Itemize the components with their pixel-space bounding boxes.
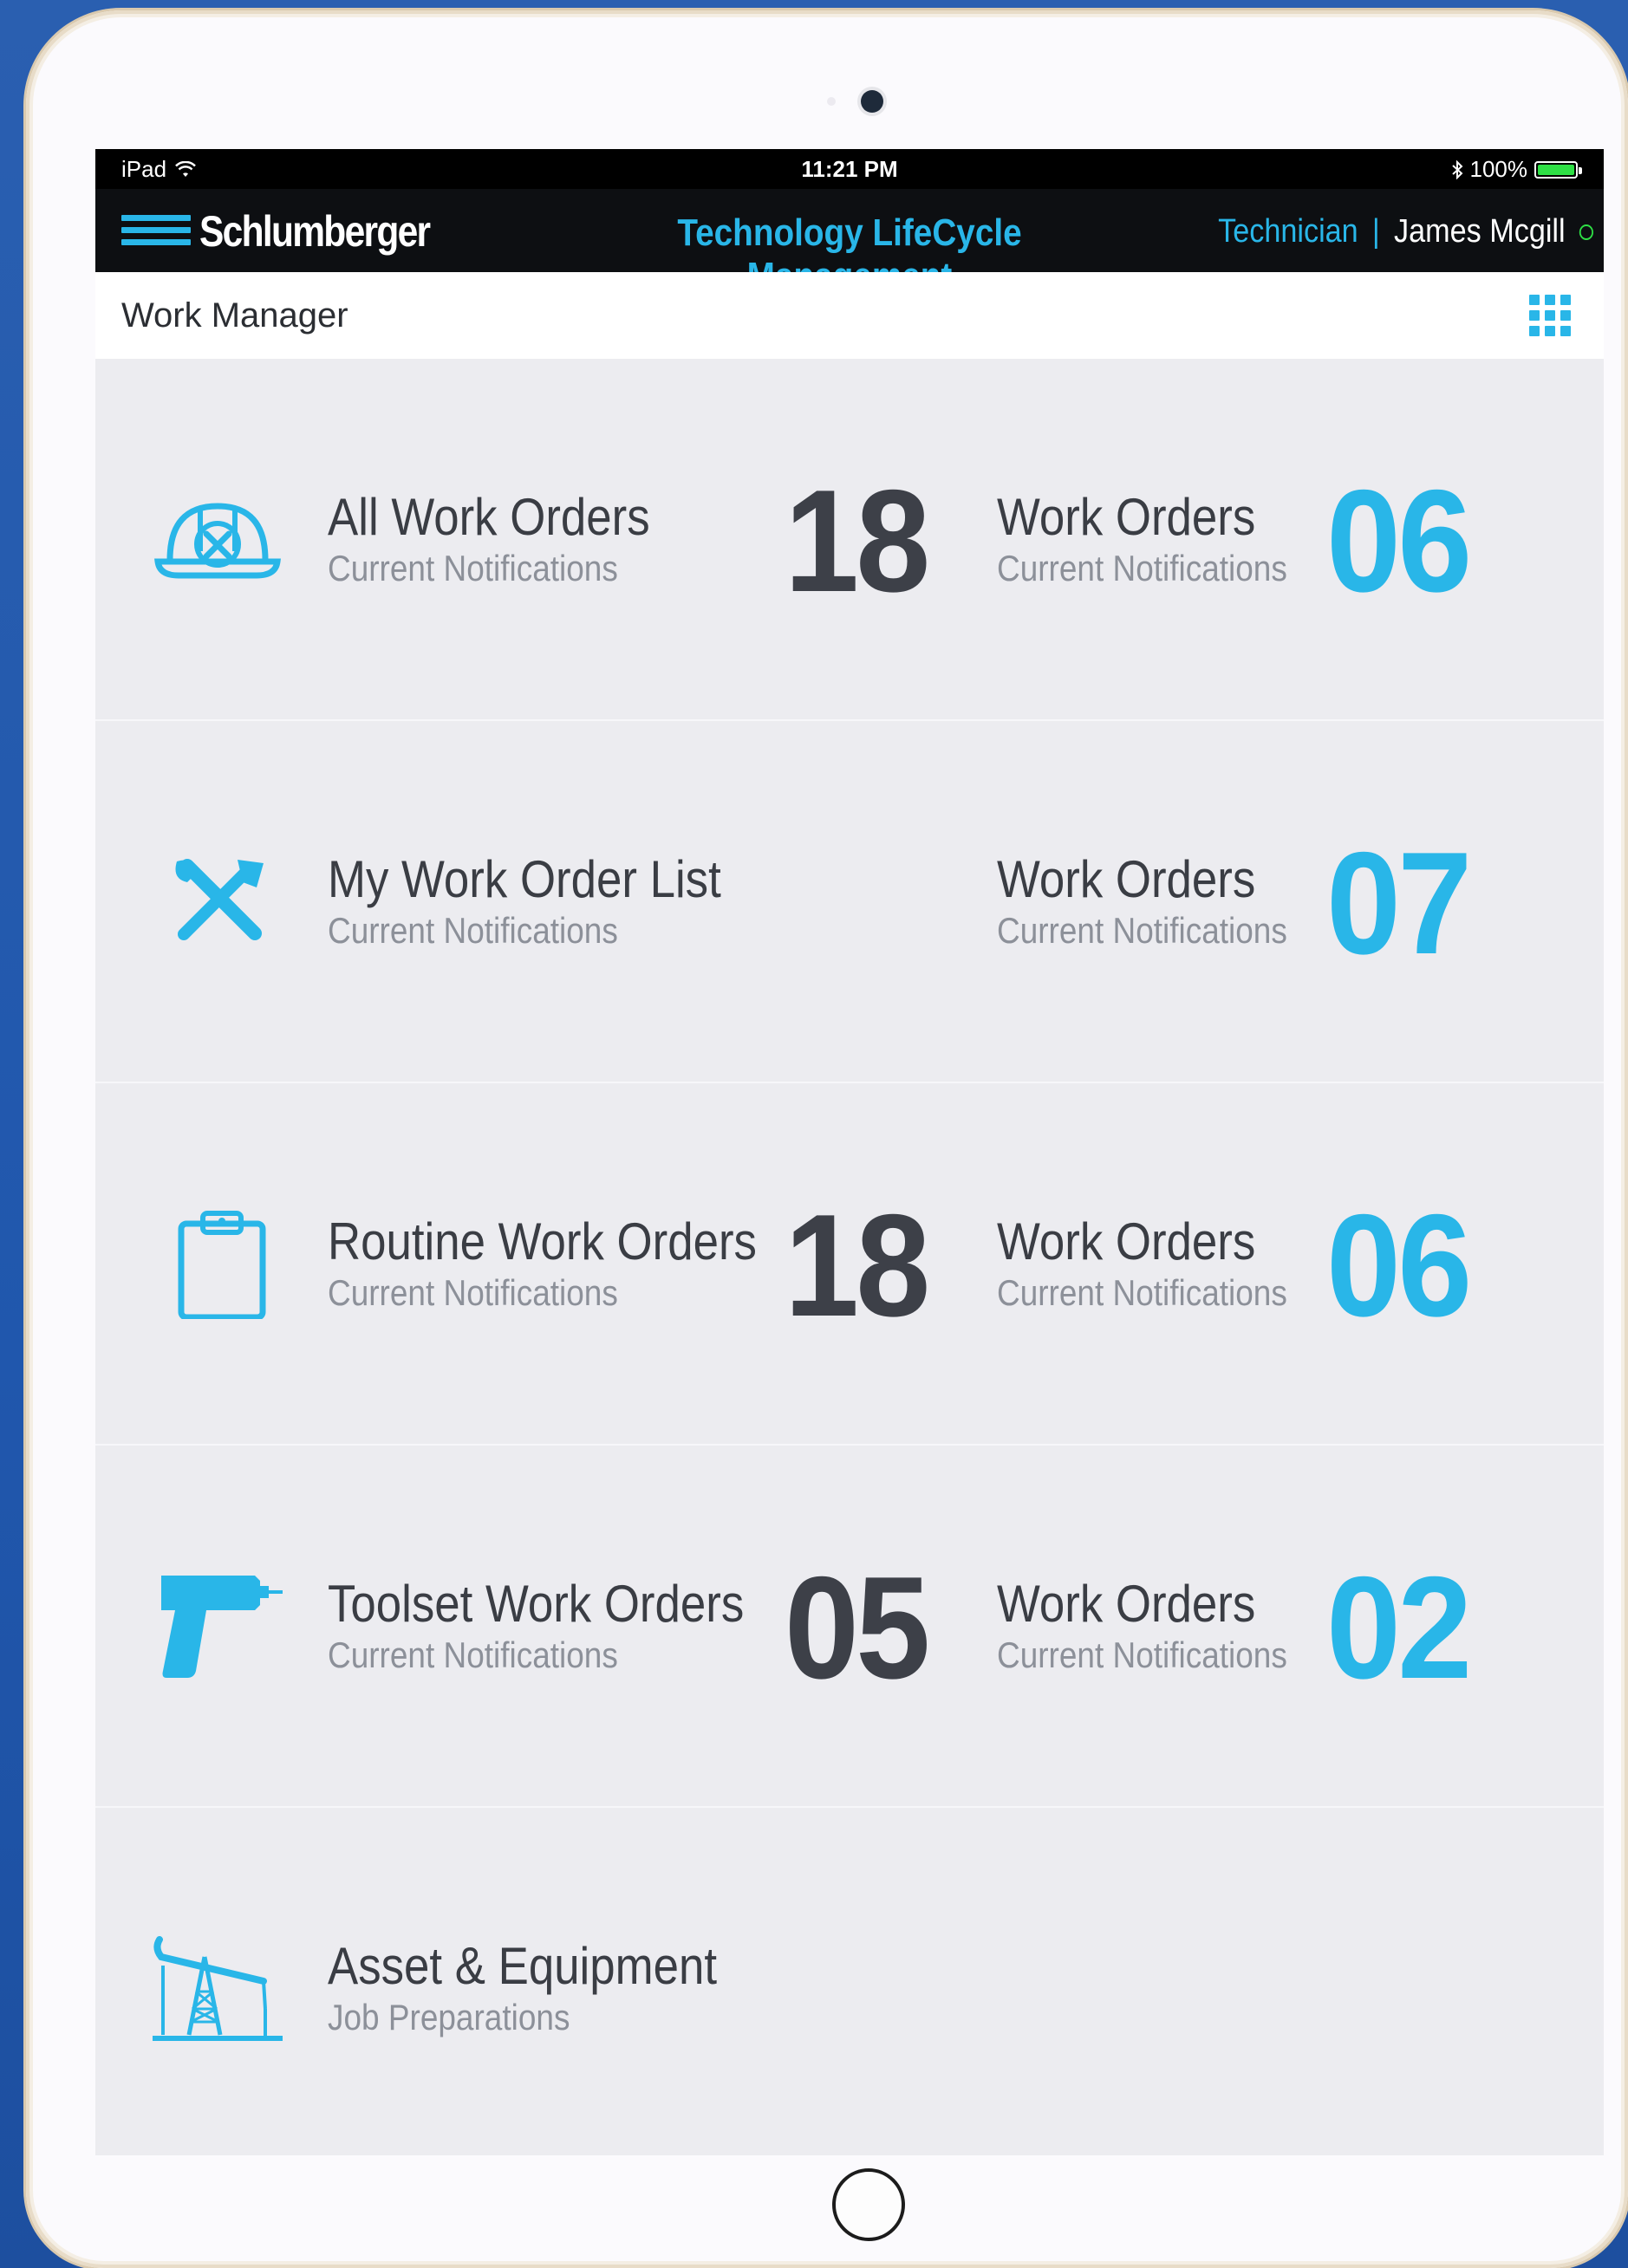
drill-icon — [161, 1576, 283, 1678]
row-my-work-order-list[interactable]: My Work Order List Current Notifications… — [95, 721, 1604, 1083]
ios-status-bar: iPad 11:21 PM 100% — [95, 149, 1604, 189]
online-status-icon — [1579, 224, 1593, 240]
row-subtitle: Current Notifications — [328, 1634, 618, 1675]
bluetooth-icon — [1451, 159, 1462, 179]
battery-icon — [1534, 160, 1582, 179]
work-orders-count: 06 — [1326, 459, 1472, 622]
clipboard-icon — [178, 1211, 266, 1319]
hamburger-menu-icon[interactable] — [121, 215, 191, 255]
status-time: 11:21 PM — [801, 156, 898, 182]
user-name: James Mcgill — [1393, 213, 1566, 250]
brand-logo: Schlumberger — [199, 207, 431, 256]
row-title: Toolset Work Orders — [328, 1575, 745, 1633]
row-asset-equipment[interactable]: Asset & Equipment Job Preparations — [95, 1808, 1604, 2155]
work-orders-subtitle: Current Notifications — [997, 910, 1287, 951]
user-area[interactable]: Technician | James Mcgill — [1218, 213, 1593, 250]
row-subtitle: Current Notifications — [328, 910, 618, 951]
row-toolset-work-orders[interactable]: Toolset Work Orders Current Notification… — [95, 1446, 1604, 1808]
work-orders-count: 07 — [1326, 822, 1472, 985]
oil-pump-icon — [153, 1936, 283, 2041]
work-orders-title: Work Orders — [997, 1575, 1256, 1633]
ipad-device-frame: iPad 11:21 PM 100% Schlumberger Technolo… — [26, 10, 1628, 2268]
page-title: Work Manager — [121, 296, 348, 335]
hard-hat-icon — [154, 503, 281, 579]
row-count: 18 — [785, 1184, 930, 1347]
row-routine-work-orders[interactable]: Routine Work Orders Current Notification… — [95, 1083, 1604, 1446]
status-right: 100% — [1451, 156, 1582, 183]
work-orders-title: Work Orders — [997, 488, 1256, 546]
user-role: Technician — [1218, 213, 1358, 250]
role-separator: | — [1371, 213, 1380, 250]
sub-header: Work Manager — [95, 272, 1604, 359]
work-orders-title: Work Orders — [997, 850, 1256, 908]
app-header: Schlumberger Technology LifeCycle Manage… — [95, 189, 1604, 297]
row-subtitle: Current Notifications — [328, 1272, 618, 1313]
work-orders-title: Work Orders — [997, 1212, 1256, 1270]
row-all-work-orders[interactable]: All Work Orders Current Notifications 18… — [95, 359, 1604, 721]
work-orders-subtitle: Current Notifications — [997, 1272, 1287, 1313]
row-title: All Work Orders — [328, 488, 650, 546]
row-title: Asset & Equipment — [328, 1937, 718, 1995]
row-subtitle: Job Preparations — [328, 1997, 570, 2037]
row-title: My Work Order List — [328, 850, 721, 908]
row-count: 18 — [785, 459, 930, 622]
row-count: 05 — [785, 1546, 930, 1709]
front-camera — [861, 90, 883, 113]
work-orders-subtitle: Current Notifications — [997, 548, 1287, 588]
work-orders-count: 02 — [1326, 1546, 1472, 1709]
app-grid-icon[interactable] — [1529, 295, 1579, 338]
front-sensor — [827, 97, 836, 106]
work-manager-list: All Work Orders Current Notifications 18… — [95, 359, 1604, 2155]
app-screen: iPad 11:21 PM 100% Schlumberger Technolo… — [95, 149, 1604, 2155]
row-title: Routine Work Orders — [328, 1212, 757, 1270]
wrench-hammer-icon — [175, 859, 264, 940]
row-subtitle: Current Notifications — [328, 548, 618, 588]
work-orders-subtitle: Current Notifications — [997, 1634, 1287, 1675]
home-button[interactable] — [832, 2168, 905, 2241]
battery-percent: 100% — [1469, 156, 1528, 182]
work-orders-count: 06 — [1326, 1184, 1472, 1347]
